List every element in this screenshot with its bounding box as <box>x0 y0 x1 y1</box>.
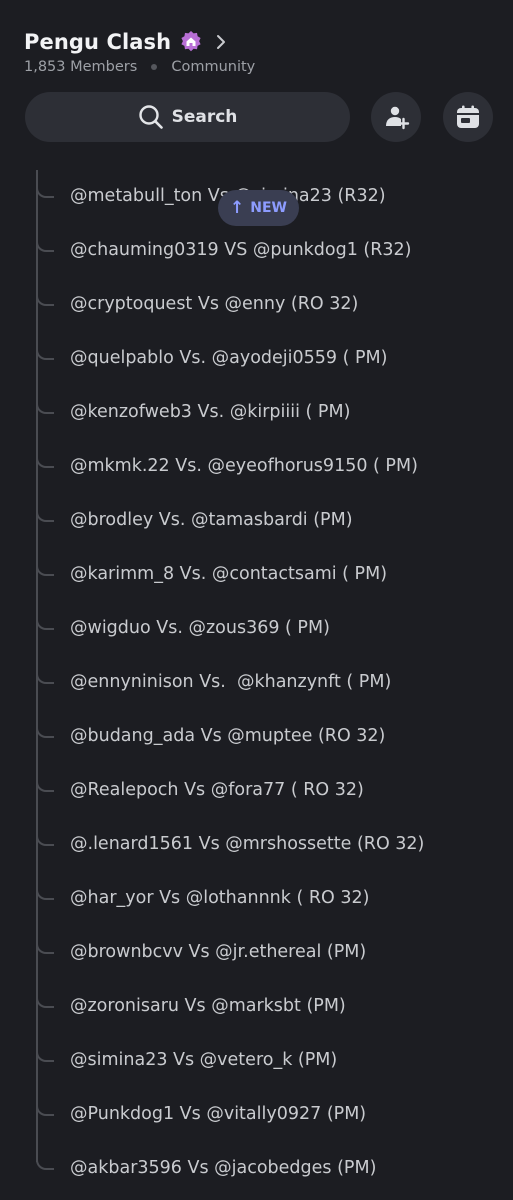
branch-line <box>36 818 54 846</box>
member-count: 1,853 Members <box>24 59 138 75</box>
server-title-row[interactable]: Pengu Clash <box>24 26 227 58</box>
branch-line <box>36 656 54 684</box>
branch-line <box>36 224 54 252</box>
thread-item[interactable]: @simina23 Vs @vetero_k (PM) <box>0 1034 513 1088</box>
thread-title: @zoronisaru Vs @marksbt (PM) <box>70 996 346 1016</box>
home-badge-icon <box>181 31 201 52</box>
search-label: Search <box>171 107 238 127</box>
branch-line <box>36 1142 54 1170</box>
events-button[interactable] <box>443 92 493 142</box>
new-messages-jump-button[interactable]: ↑ NEW <box>218 190 299 226</box>
thread-item[interactable]: @mkmk.22 Vs. @eyeofhorus9150 ( PM) <box>0 440 513 494</box>
branch-line <box>36 926 54 954</box>
branch-line <box>36 1034 54 1062</box>
branch-line <box>36 710 54 738</box>
branch-line <box>36 332 54 360</box>
server-meta: 1,853 Members Community <box>24 59 255 75</box>
thread-title: @cryptoquest Vs @enny (RO 32) <box>70 294 359 314</box>
thread-title: @simina23 Vs @vetero_k (PM) <box>70 1050 338 1070</box>
server-type: Community <box>171 59 256 75</box>
thread-title: @karimm_8 Vs. @contactsami ( PM) <box>70 564 388 584</box>
branch-line <box>36 170 54 198</box>
thread-title: @chauming0319 VS @punkdog1 (R32) <box>70 240 412 260</box>
thread-title: @mkmk.22 Vs. @eyeofhorus9150 ( PM) <box>70 456 418 476</box>
branch-line <box>36 602 54 630</box>
thread-title: @akbar3596 Vs @jacobedges (PM) <box>70 1158 377 1178</box>
thread-item[interactable]: @Realepoch Vs @fora77 ( RO 32) <box>0 764 513 818</box>
new-label: NEW <box>250 200 287 216</box>
arrow-up-icon: ↑ <box>230 198 245 218</box>
branch-line <box>36 548 54 576</box>
thread-title: @har_yor Vs @lothannnk ( RO 32) <box>70 888 370 908</box>
thread-title: @budang_ada Vs @muptee (RO 32) <box>70 726 386 746</box>
server-name[interactable]: Pengu Clash <box>24 30 171 54</box>
thread-title: @Realepoch Vs @fora77 ( RO 32) <box>70 780 364 800</box>
thread-item[interactable]: @chauming0319 VS @punkdog1 (R32) <box>0 224 513 278</box>
branch-line <box>36 386 54 414</box>
thread-item[interactable]: @karimm_8 Vs. @contactsami ( PM) <box>0 548 513 602</box>
branch-line <box>36 278 54 306</box>
thread-title: @kenzofweb3 Vs. @kirpiiii ( PM) <box>70 402 351 422</box>
branch-line <box>36 1088 54 1116</box>
thread-item[interactable]: @brownbcvv Vs @jr.ethereal (PM) <box>0 926 513 980</box>
thread-item[interactable]: @akbar3596 Vs @jacobedges (PM) <box>0 1142 513 1196</box>
thread-item[interactable]: @wigduo Vs. @zous369 ( PM) <box>0 602 513 656</box>
thread-item[interactable]: @zoronisaru Vs @marksbt (PM) <box>0 980 513 1034</box>
thread-item[interactable]: @brodley Vs. @tamasbardi (PM) <box>0 494 513 548</box>
branch-line <box>36 494 54 522</box>
thread-item[interactable]: @har_yor Vs @lothannnk ( RO 32) <box>0 872 513 926</box>
thread-title: @wigduo Vs. @zous369 ( PM) <box>70 618 330 638</box>
thread-title: @brownbcvv Vs @jr.ethereal (PM) <box>70 942 367 962</box>
thread-title: @ennyninison Vs. @khanzynft ( PM) <box>70 672 392 692</box>
thread-item[interactable]: @ennyninison Vs. @khanzynft ( PM) <box>0 656 513 710</box>
thread-item[interactable]: @Punkdog1 Vs @vitally0927 (PM) <box>0 1088 513 1142</box>
thread-title: @.lenard1561 Vs @mrshossette (RO 32) <box>70 834 425 854</box>
thread-title: @brodley Vs. @tamasbardi (PM) <box>70 510 353 530</box>
thread-item[interactable]: @cryptoquest Vs @enny (RO 32) <box>0 278 513 332</box>
thread-item[interactable]: @.lenard1561 Vs @mrshossette (RO 32) <box>0 818 513 872</box>
thread-list: @metabull_ton Vs @simina23 (R32) @chaumi… <box>0 170 513 1200</box>
thread-title: @quelpablo Vs. @ayodeji0559 ( PM) <box>70 348 388 368</box>
search-button[interactable]: Search <box>25 92 350 142</box>
thread-title: @Punkdog1 Vs @vitally0927 (PM) <box>70 1104 367 1124</box>
thread-item[interactable]: @kenzofweb3 Vs. @kirpiiii ( PM) <box>0 386 513 440</box>
server-header: Pengu Clash 1,853 Members Community Sear… <box>0 0 513 170</box>
branch-line <box>36 764 54 792</box>
search-icon <box>138 105 163 129</box>
add-member-icon <box>386 106 410 130</box>
add-member-button[interactable] <box>371 92 421 142</box>
branch-line <box>36 872 54 900</box>
branch-line <box>36 980 54 1008</box>
branch-line <box>36 440 54 468</box>
thread-item[interactable]: @budang_ada Vs @muptee (RO 32) <box>0 710 513 764</box>
chevron-right-icon[interactable] <box>215 34 227 50</box>
thread-item[interactable]: @quelpablo Vs. @ayodeji0559 ( PM) <box>0 332 513 386</box>
separator-dot <box>151 64 158 70</box>
calendar-icon <box>457 105 479 128</box>
